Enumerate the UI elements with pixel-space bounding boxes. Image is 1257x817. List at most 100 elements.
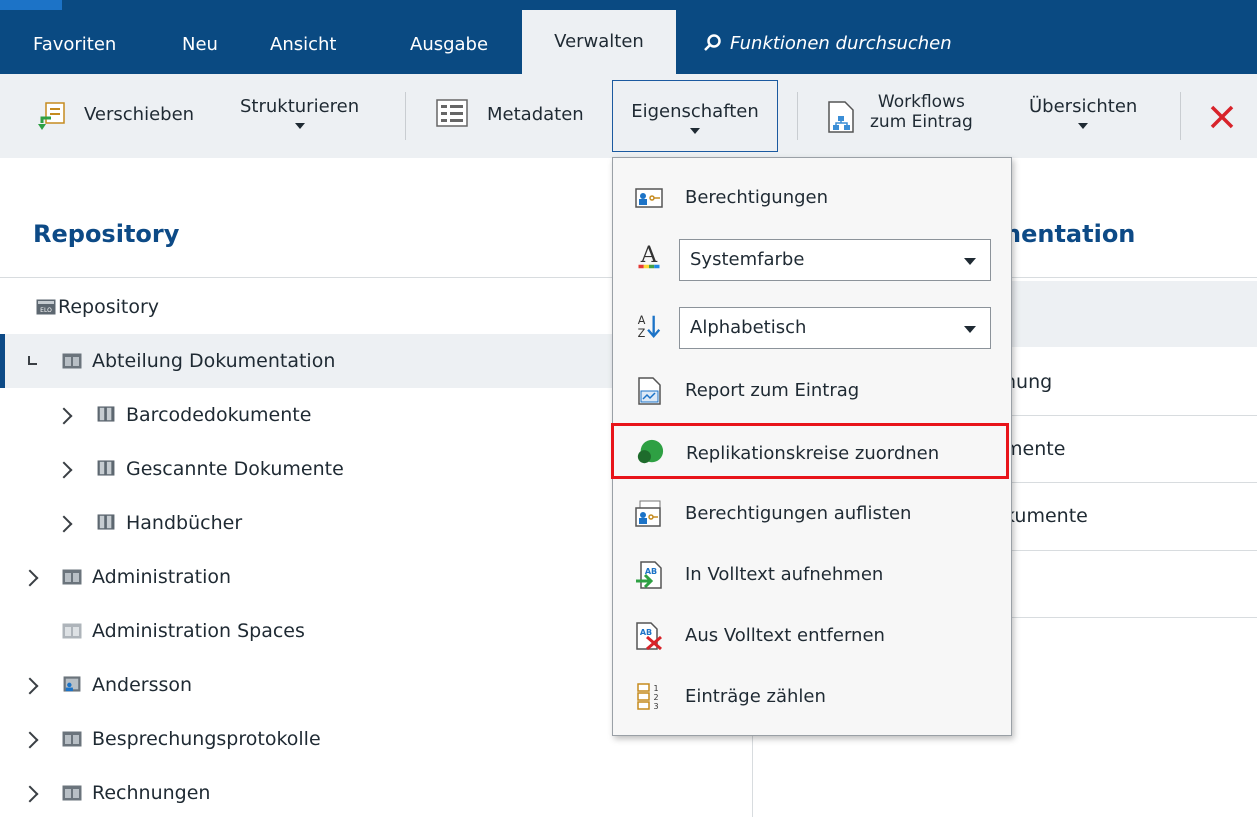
search-icon [704, 34, 721, 51]
font-color-icon: A [638, 242, 660, 269]
repository-panel-title: Repository [33, 220, 180, 248]
workflow-icon [828, 101, 854, 133]
sort-az-icon: A Z [638, 314, 661, 340]
menu-item-label: In Volltext aufnehmen [685, 564, 884, 585]
cabinet-icon [62, 731, 82, 747]
menu-item-label: Aus Volltext entfernen [685, 625, 885, 646]
color-select-value: Systemfarbe [690, 249, 805, 270]
tree-item-label: Gescannte Dokumente [126, 458, 344, 480]
tab-ansicht[interactable]: Ansicht [270, 24, 336, 74]
permissions-icon [635, 188, 663, 208]
collapse-icon[interactable] [26, 354, 40, 368]
sort-select-value: Alphabetisch [690, 317, 807, 338]
menu-item-volltext-aufnehmen[interactable]: AB In Volltext aufnehmen [613, 545, 1011, 605]
chevron-down-icon [964, 326, 976, 333]
function-search[interactable]: Funktionen durchsuchen [704, 24, 952, 64]
menu-item-label: Report zum Eintrag [685, 380, 860, 401]
chevron-down-icon [294, 123, 305, 129]
uebersichten-button[interactable]: Übersichten [1029, 96, 1137, 129]
eigenschaften-button[interactable]: Eigenschaften [612, 80, 778, 152]
svg-text:ELO: ELO [40, 307, 52, 314]
detail-row-label: mente [1004, 438, 1066, 460]
chevron-down-icon [1078, 123, 1089, 129]
search-placeholder: Funktionen durchsuchen [730, 33, 952, 54]
svg-text:A: A [640, 242, 658, 268]
verschieben-label: Verschieben [84, 104, 195, 125]
svg-text:1: 1 [653, 684, 658, 693]
menu-item-berechtigungen[interactable]: Berechtigungen [613, 168, 1011, 228]
svg-text:2: 2 [653, 693, 658, 702]
uebersichten-label: Übersichten [1029, 96, 1138, 117]
svg-text:Z: Z [638, 327, 646, 340]
detail-panel-title: nentation [1004, 220, 1136, 248]
tree-item-label: Barcodedokumente [126, 404, 312, 426]
menu-item-volltext-entfernen[interactable]: AB Aus Volltext entfernen [613, 606, 1011, 666]
close-icon [1210, 105, 1234, 129]
eigenschaften-menu: Berechtigungen A Systemfarbe A Z Alphabe… [611, 157, 1012, 736]
menu-item-label: Einträge zählen [685, 686, 826, 707]
sort-select[interactable]: Alphabetisch [679, 307, 991, 349]
tree-item-label: Repository [58, 296, 160, 318]
menu-item-sort: A Z Alphabetisch [613, 298, 1011, 358]
cabinet-icon [62, 623, 82, 639]
strukturieren-button[interactable]: Strukturieren [240, 96, 359, 129]
folder-binder-icon [97, 514, 115, 530]
chevron-right-icon[interactable] [21, 785, 39, 803]
tree-item-label: Rechnungen [92, 782, 211, 804]
menu-item-replikationskreise[interactable]: Replikationskreise zuordnen [611, 423, 1009, 479]
tree-item-label: Besprechungsprotokolle [92, 728, 321, 750]
detail-row-label: kumente [1004, 505, 1088, 527]
count-entries-icon: 1 2 3 [637, 683, 659, 711]
menu-item-eintraege-zaehlen[interactable]: 1 2 3 Einträge zählen [613, 667, 1011, 727]
move-icon [38, 102, 65, 130]
ribbon-divider [1180, 92, 1181, 140]
tree-item-label: Administration Spaces [92, 620, 305, 642]
fulltext-add-icon: AB [636, 561, 662, 589]
menu-item-color: A Systemfarbe [613, 230, 1011, 290]
chevron-right-icon[interactable] [55, 515, 73, 533]
menu-item-berechtigungen-auflisten[interactable]: Berechtigungen auflisten [613, 484, 1011, 544]
tree-item-label: Andersson [92, 674, 193, 696]
user-cabinet-icon [63, 676, 81, 692]
replication-icon [637, 439, 664, 464]
chevron-right-icon[interactable] [21, 677, 39, 695]
chevron-down-icon [690, 128, 700, 134]
tree-item-label: Administration [92, 566, 232, 588]
permissions-list-icon [635, 500, 661, 527]
chevron-right-icon[interactable] [55, 461, 73, 479]
tree-item-rechnungen[interactable]: Rechnungen [0, 766, 752, 817]
selection-indicator [0, 334, 5, 388]
svg-text:3: 3 [653, 702, 658, 711]
folder-binder-icon [97, 460, 115, 476]
app-corner-accent [0, 0, 62, 10]
strukturieren-label: Strukturieren [240, 96, 360, 117]
ribbon-divider [797, 92, 798, 140]
color-select[interactable]: Systemfarbe [679, 239, 991, 281]
elo-repository-icon: ELO [36, 299, 56, 315]
svg-text:AB: AB [640, 628, 652, 637]
menu-item-label: Replikationskreise zuordnen [686, 443, 940, 464]
metadaten-label: Metadaten [487, 104, 584, 125]
tab-neu[interactable]: Neu [182, 24, 218, 74]
workflows-label-line2: zum Eintrag [870, 112, 973, 132]
report-icon [638, 377, 661, 405]
tab-favoriten[interactable]: Favoriten [33, 24, 116, 74]
svg-text:A: A [638, 314, 646, 327]
chevron-right-icon[interactable] [21, 569, 39, 587]
tree-item-label: Abteilung Dokumentation [92, 350, 336, 372]
eigenschaften-label: Eigenschaften [631, 101, 759, 122]
tab-verwalten[interactable]: Verwalten [522, 10, 676, 74]
chevron-right-icon[interactable] [21, 731, 39, 749]
metadata-icon [436, 99, 468, 127]
fulltext-remove-icon: AB [636, 622, 662, 650]
chevron-right-icon[interactable] [55, 407, 73, 425]
ribbon-divider [405, 92, 406, 140]
cabinet-icon [62, 785, 82, 801]
delete-button[interactable] [1207, 102, 1237, 137]
chevron-down-icon [964, 258, 976, 265]
menu-item-label: Berechtigungen auflisten [685, 503, 912, 524]
menu-item-report[interactable]: Report zum Eintrag [613, 361, 1011, 421]
folder-binder-icon [97, 406, 115, 422]
tab-ausgabe[interactable]: Ausgabe [410, 24, 488, 74]
cabinet-icon [62, 353, 82, 369]
